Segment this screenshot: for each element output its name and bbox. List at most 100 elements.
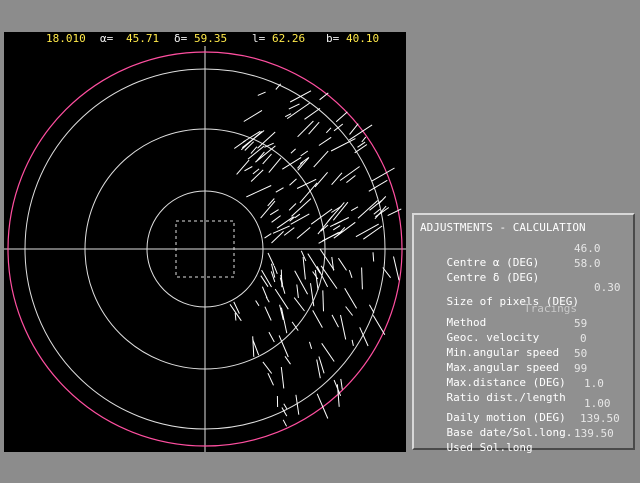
b-label: b=	[326, 32, 339, 46]
pixel-size-value[interactable]: 0.30	[594, 281, 621, 295]
meteor-tracing	[333, 226, 340, 230]
meteor-tracing	[326, 128, 331, 133]
min-angular-speed-row[interactable]: Min.angular speed 0	[420, 332, 559, 346]
meteor-tracing	[345, 288, 357, 308]
ratio-row[interactable]: Ratio dist./length 1.0	[420, 377, 566, 391]
meteor-tracing	[369, 305, 374, 313]
geoc-velocity-value[interactable]: 59	[574, 317, 587, 331]
meteor-tracing	[338, 258, 346, 270]
geoc-velocity-row[interactable]: Geoc. velocity 59	[420, 317, 539, 331]
meteor-tracing	[244, 110, 262, 121]
meteor-tracing	[317, 394, 328, 419]
meteor-tracing	[245, 167, 253, 171]
sky-plot[interactable]	[4, 46, 406, 452]
meteor-tracing	[289, 104, 300, 109]
used-sol-long-row[interactable]: Used Sol.long 139.50	[420, 427, 533, 441]
meteor-tracing	[321, 266, 337, 289]
meteor-tracing	[346, 307, 353, 316]
meteor-tracing	[383, 268, 391, 278]
meteor-tracing	[317, 360, 321, 379]
method-row[interactable]: Method Tracings	[420, 302, 486, 316]
daily-motion-row[interactable]: Daily motion (DEG) 1.00	[420, 397, 566, 411]
max-distance-value[interactable]: 99	[574, 362, 587, 376]
meteor-tracing	[280, 278, 285, 294]
meteor-tracing	[262, 287, 267, 298]
meteor-tracing	[336, 112, 347, 122]
meteor-tracing	[268, 373, 274, 385]
meteor-tracing	[291, 214, 310, 224]
meteor-tracing	[298, 121, 314, 137]
meteor-tracing	[281, 270, 282, 288]
meteor-tracing	[275, 289, 288, 309]
meteor-tracing	[379, 196, 386, 203]
meteor-tracing	[314, 151, 329, 167]
meteor-tracing	[305, 108, 321, 119]
meteor-tracing	[346, 176, 355, 183]
meteor-tracing	[277, 217, 294, 229]
meteor-tracing	[319, 232, 339, 243]
base-date-row[interactable]: Base date/Sol.long. 139.50	[420, 412, 572, 426]
meteor-tracing	[362, 268, 363, 290]
meteor-tracing	[372, 168, 395, 181]
centre-delta-value[interactable]: 58.0	[574, 257, 601, 271]
meteor-tracing	[281, 367, 284, 388]
meteor-tracing	[313, 310, 323, 327]
meteor-tracing	[362, 137, 366, 142]
meteor-tracing	[261, 276, 268, 287]
max-angular-speed-row[interactable]: Max.angular speed 50	[420, 347, 559, 361]
meteor-tracing	[310, 342, 312, 349]
method-value[interactable]: Tracings	[524, 302, 577, 316]
meteor-tracing	[285, 356, 291, 364]
base-date-value[interactable]: 139.50	[580, 412, 620, 426]
meteor-tracing	[269, 158, 281, 173]
centre-delta-row[interactable]: Centre δ (DEG) 58.0	[420, 257, 539, 271]
meteor-tracing	[297, 285, 299, 298]
meteor-tracing	[355, 145, 367, 153]
max-distance-row[interactable]: Max.distance (DEG) 99	[420, 362, 566, 376]
coordinate-readout-bar: 18.010 α= 45.71 δ= 59.35 l= 62.26 b= 40.…	[4, 32, 406, 46]
meteor-tracing	[291, 149, 296, 153]
meteor-tracing	[283, 420, 286, 427]
meteor-tracing	[349, 125, 372, 140]
meteor-tracing	[303, 257, 305, 279]
meteor-tracing	[253, 336, 254, 357]
meteor-tracing	[294, 298, 304, 311]
meteor-tracing	[340, 167, 360, 181]
meteor-tracing	[272, 216, 281, 223]
meteor-tracing	[274, 266, 277, 274]
meteor-tracing	[268, 199, 275, 206]
meteor-tracing	[261, 201, 275, 218]
meteor-tracing	[287, 103, 309, 119]
meteor-tracing	[330, 218, 349, 227]
meteor-tracing	[318, 216, 332, 234]
pixel-size-row[interactable]: Size of pixels (DEG) 0.30	[420, 281, 579, 295]
meteor-tracing	[273, 226, 290, 233]
meteor-tracing	[235, 313, 236, 321]
daily-motion-value[interactable]: 1.00	[584, 397, 611, 411]
meteor-tracing	[279, 335, 288, 357]
max-angular-speed-value[interactable]: 50	[574, 347, 587, 361]
meteor-tracing	[246, 186, 271, 197]
centre-alpha-row[interactable]: Centre α (DEG) 46.0	[420, 242, 539, 256]
meteor-tracing	[317, 266, 328, 287]
meteor-tracing	[323, 290, 324, 311]
meteor-tracing	[360, 327, 368, 346]
l-label: l=	[252, 32, 265, 46]
b-value: 40.10	[346, 32, 379, 46]
ratio-value[interactable]: 1.0	[584, 377, 604, 391]
meteor-tracing	[237, 160, 250, 174]
meteor-tracing	[320, 93, 329, 100]
meteor-tracing	[290, 179, 297, 185]
sky-plot-canvas[interactable]	[4, 46, 406, 452]
delta-label: δ=	[174, 32, 187, 46]
alpha-value: 45.71	[126, 32, 159, 46]
used-sol-long-value[interactable]: 139.50	[574, 427, 614, 441]
meteor-tracing	[349, 270, 352, 278]
centre-alpha-value[interactable]: 46.0	[574, 242, 601, 256]
min-angular-speed-value[interactable]: 0	[580, 332, 587, 346]
l-value: 62.26	[272, 32, 305, 46]
meteor-tracing	[284, 404, 287, 409]
panel-title: ADJUSTMENTS - CALCULATION	[420, 221, 586, 235]
meteor-tracing	[352, 340, 353, 346]
meteor-tracing	[334, 380, 341, 396]
